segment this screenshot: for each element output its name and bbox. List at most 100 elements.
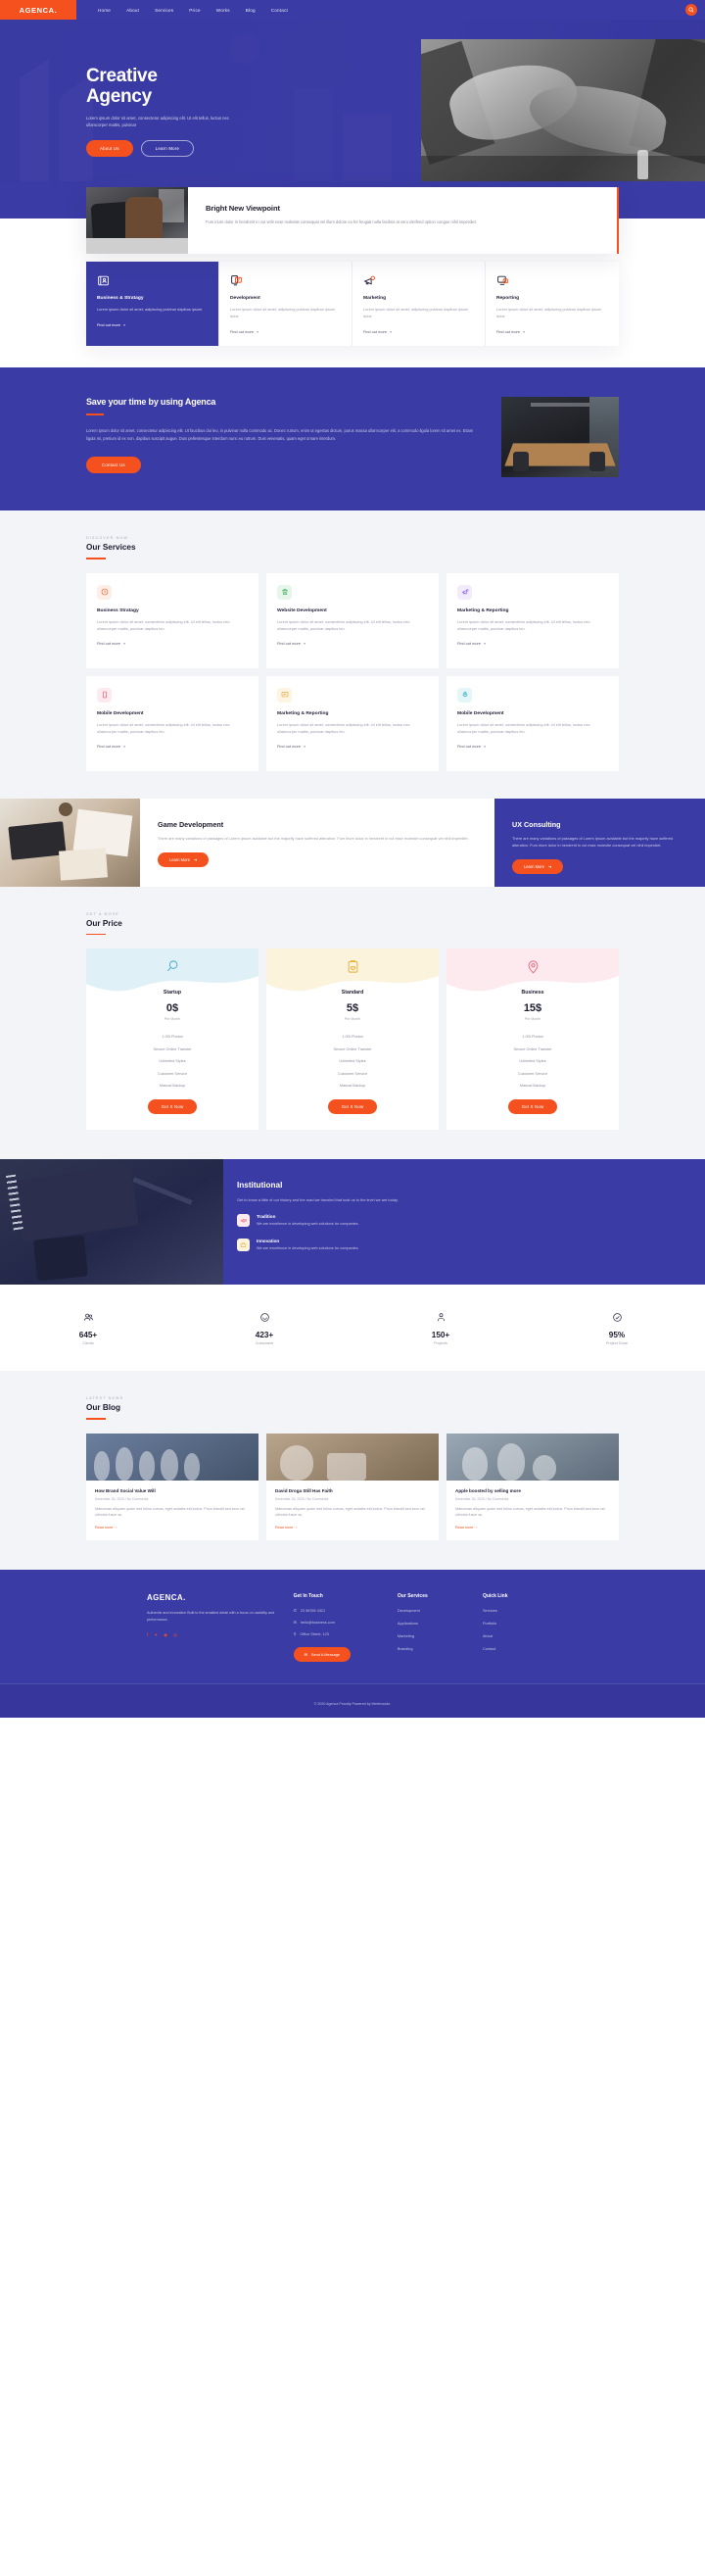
blog-card[interactable]: How Brand Social Value Will December 26,… <box>86 1433 258 1541</box>
blog-card[interactable]: Apple boosted by selling more December 2… <box>446 1433 619 1541</box>
customers-icon <box>259 1313 269 1322</box>
feature-card-development[interactable]: Development Lorem ipsum dolor sit amet, … <box>219 262 352 347</box>
service-title: Mobile Development <box>97 710 144 716</box>
instagram-icon[interactable]: ◎ <box>173 1632 177 1638</box>
nav-item-contact[interactable]: Contact <box>271 8 288 13</box>
institutional-icon-wrap <box>237 1214 250 1228</box>
arrow-icon: » <box>257 329 259 335</box>
service-link[interactable]: Find out more» <box>277 744 428 749</box>
hero-section: Creative Agency Lorem ipsum dolor sit am… <box>0 20 705 181</box>
institutional-section: Institutional Get to know a little of ou… <box>0 1159 705 1286</box>
feature-text: Lorem ipsum dolor sit amet, adipiscing p… <box>230 307 336 319</box>
blog-heading: Latest News Our Blog <box>86 1396 619 1420</box>
nav-item-price[interactable]: Price <box>189 8 200 13</box>
feature-link[interactable]: Find out more» <box>97 322 208 327</box>
brand-logo[interactable]: AGENCA. <box>0 0 76 20</box>
blog-read-more-link[interactable]: Read more › <box>455 1526 610 1530</box>
blog-card[interactable]: David Droga Still Has Faith December 26,… <box>266 1433 439 1541</box>
nav-item-services[interactable]: Services <box>155 8 173 13</box>
arrow-icon: » <box>484 641 487 647</box>
service-card-marketing-reporting-1[interactable]: Marketing & Reporting Lorem ipsum dolor … <box>446 572 619 668</box>
price-features: 1 GB Photos Secure Online Transfer Unlim… <box>456 1031 609 1092</box>
nav-item-about[interactable]: About <box>126 8 139 13</box>
price-cta-button[interactable]: Get It Now <box>327 1099 378 1115</box>
service-link-label: Find out more <box>97 641 121 647</box>
feature-card-reporting[interactable]: Reporting Lorem ipsum dolor sit amet, ad… <box>486 262 619 346</box>
service-link[interactable]: Find out more» <box>277 641 428 646</box>
service-text: Lorem ipsum dolor sit amet, consectetur … <box>97 618 230 631</box>
feature-card-business-strategy[interactable]: Business & Stratagy Lorem ipsum dolor si… <box>86 262 219 347</box>
footer-link-services[interactable]: Services <box>483 1608 558 1613</box>
feature-link-label: Find out more <box>363 329 388 335</box>
contact-us-button[interactable]: Contact Us <box>86 457 141 474</box>
savetime-section: Save your time by using Agenca Lorem ips… <box>0 367 705 511</box>
service-card-mobile-development-1[interactable]: Mobile Development Lorem ipsum dolor sit… <box>86 675 258 771</box>
service-link[interactable]: Find out more» <box>97 744 248 749</box>
price-icon-wrap <box>446 959 619 974</box>
about-us-button[interactable]: About Us <box>86 139 133 157</box>
service-card-marketing-reporting-2[interactable]: Marketing & Reporting Lorem ipsum dolor … <box>266 675 439 771</box>
institutional-content: Institutional Get to know a little of ou… <box>223 1159 705 1286</box>
location-pin-icon: ⚲ <box>293 1632 297 1637</box>
dribbble-icon[interactable]: ◉ <box>164 1632 167 1638</box>
services-grid: Business Stratagy Lorem ipsum dolor sit … <box>86 572 619 771</box>
footer-quick-heading: Quick Link <box>482 1593 508 1600</box>
blog-read-more-link[interactable]: Read more › <box>275 1526 430 1530</box>
service-link[interactable]: Find out more» <box>457 744 608 749</box>
footer-contact-col: Get In Touch ✆ 23 98765 4321 ✉ hello@busin… <box>293 1593 388 1663</box>
service-icon-wrap <box>457 687 472 703</box>
features-row: Business & Stratagy Lorem ipsum dolor si… <box>86 262 619 347</box>
blog-read-more-link[interactable]: Read more › <box>95 1526 250 1530</box>
footer-link-portfolio[interactable]: Portfolio <box>483 1621 558 1626</box>
game-learn-more-button[interactable]: Learn More ➜ <box>158 851 210 867</box>
footer-link-about[interactable]: About <box>483 1633 558 1638</box>
price-cta-button[interactable]: Get It Now <box>147 1099 198 1115</box>
footer-link-marketing[interactable]: Marketing <box>398 1633 473 1638</box>
feature-link[interactable]: Find out more» <box>496 329 608 334</box>
search-icon <box>688 7 694 13</box>
feature-link[interactable]: Find out more» <box>363 329 474 334</box>
rocket-icon <box>462 691 467 698</box>
savetime-title: Save your time by using Agenca <box>86 397 216 408</box>
send-message-button[interactable]: ✉ Send A Message <box>293 1647 352 1663</box>
search-button[interactable] <box>685 4 697 16</box>
price-cta-button[interactable]: Get It Now <box>507 1099 558 1115</box>
footer-link-branding[interactable]: Branding <box>398 1646 473 1651</box>
feature-title: Business & Stratagy <box>97 296 144 301</box>
nav-item-blog[interactable]: Blog <box>246 8 256 13</box>
stats-section: 645+ Clients 423+ Customers 150+ Project… <box>0 1285 705 1372</box>
service-card-website-development[interactable]: Website Development Lorem ipsum dolor si… <box>266 572 439 668</box>
viewpoint-body: Fum iriure dolor in hendrerit in vut vel… <box>206 219 477 224</box>
viewpoint-card: Bright New Viewpoint Fum iriure dolor in… <box>86 187 619 254</box>
price-feature: Unlimited Styles <box>339 1059 366 1064</box>
services-rule <box>86 558 106 559</box>
footer-link-development[interactable]: Development <box>398 1608 473 1613</box>
feature-link[interactable]: Find out more» <box>230 329 341 334</box>
done-icon <box>612 1313 622 1322</box>
ux-learn-more-button[interactable]: Learn More ➜ <box>512 859 564 875</box>
nav-item-works[interactable]: Works <box>216 8 230 13</box>
service-card-mobile-development-2[interactable]: Mobile Development Lorem ipsum dolor sit… <box>446 675 619 771</box>
arrow-icon: » <box>123 641 126 647</box>
pricing-grid: Startup 0$ Per Month 1 GB Photos Secure … <box>86 948 619 1131</box>
mail-icon: ✉ <box>304 1652 307 1658</box>
footer-link-applications[interactable]: Applications <box>398 1621 473 1626</box>
price-feature: Manual Backup <box>159 1083 186 1088</box>
savetime-body: Lorem ipsum dolor sit amet, consectetur … <box>86 427 474 441</box>
service-card-business-strategy[interactable]: Business Stratagy Lorem ipsum dolor sit … <box>86 572 258 668</box>
feature-card-marketing[interactable]: Marketing Lorem ipsum dolor sit amet, ad… <box>352 262 486 347</box>
feature-title: Marketing <box>363 296 387 301</box>
game-development-title: Game Development <box>158 819 224 829</box>
service-text: Lorem ipsum dolor sit amet, consectetur … <box>457 618 590 631</box>
footer-link-contact[interactable]: Contact <box>483 1646 558 1651</box>
twitter-icon[interactable]: ✦ <box>154 1632 158 1638</box>
pricing-title: Our Price <box>86 918 122 928</box>
nav-item-home[interactable]: Home <box>98 8 111 13</box>
service-link[interactable]: Find out more» <box>457 641 608 646</box>
service-text: Lorem ipsum dolor sit amet, consectetur … <box>457 721 590 734</box>
price-period: Per Month <box>164 1017 181 1022</box>
facebook-icon[interactable]: f <box>147 1632 148 1638</box>
learn-more-button[interactable]: Learn More <box>140 139 195 157</box>
service-link[interactable]: Find out more» <box>97 641 248 646</box>
footer-contact-heading: Get In Touch <box>293 1593 323 1600</box>
